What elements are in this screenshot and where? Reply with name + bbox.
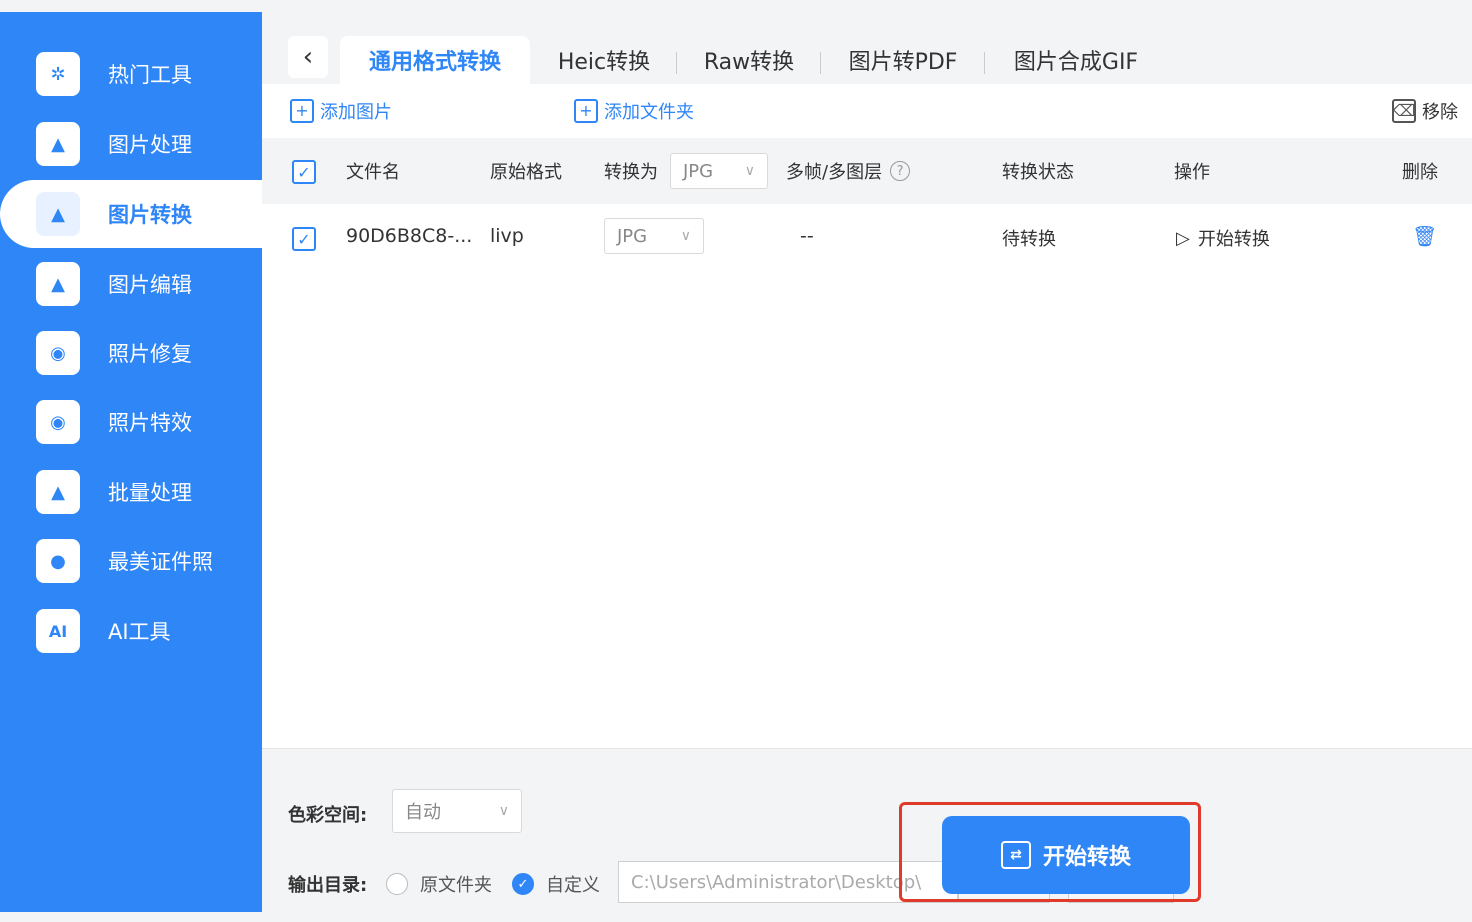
start-convert-label: 开始转换 <box>1042 845 1131 870</box>
tab-heic-convert[interactable]: Heic转换 <box>542 36 666 84</box>
sidebar-item-image-processing[interactable]: ▲ 图片处理 <box>0 110 262 178</box>
color-space-select[interactable]: 自动 ∨ <box>392 789 522 833</box>
check-icon: ✓ <box>292 160 316 184</box>
sidebar-item-photo-repair[interactable]: ◉ 照片修复 <box>0 319 262 387</box>
batch-icon: ▲ <box>36 470 80 514</box>
chevron-down-icon: ∨ <box>498 803 509 819</box>
header-action: 操作 <box>1174 162 1210 183</box>
global-format-value: JPG <box>683 160 714 182</box>
remove-label: 移除 <box>1422 102 1458 123</box>
ai-icon: AI <box>36 609 80 653</box>
header-filename: 文件名 <box>346 162 400 183</box>
sidebar-item-image-edit[interactable]: ▲ 图片编辑 <box>0 250 262 318</box>
remove-button[interactable]: ⌫ 移除 <box>1392 98 1458 124</box>
row-format-select[interactable]: JPG ∨ <box>604 218 704 254</box>
sidebar-item-label: 图片编辑 <box>108 273 192 297</box>
radio-off-icon <box>386 873 408 895</box>
image-edit-icon: ▲ <box>36 262 80 306</box>
row-checkbox[interactable]: ✓ <box>292 227 316 251</box>
header-status: 转换状态 <box>1002 162 1074 183</box>
help-icon[interactable]: ? <box>890 161 911 181</box>
sidebar-item-label: 照片修复 <box>108 342 192 366</box>
sidebar-item-image-convert[interactable]: ▲ 图片转换 <box>0 180 262 248</box>
image-icon: ▲ <box>36 122 80 166</box>
person-icon: ● <box>36 539 80 583</box>
row-format-value: JPG <box>617 225 648 247</box>
tab-image-to-pdf[interactable]: 图片转PDF <box>832 36 974 84</box>
option-custom-folder[interactable]: ✓ 自定义 <box>512 871 600 897</box>
image-convert-icon: ▲ <box>36 192 80 236</box>
header-orig-format: 原始格式 <box>490 162 562 183</box>
tab-raw-convert[interactable]: Raw转换 <box>688 36 810 84</box>
color-space-value: 自动 <box>405 802 441 823</box>
trash-icon: ⌫ <box>1392 99 1416 123</box>
tab-general-convert[interactable]: 通用格式转换 <box>340 36 530 84</box>
add-image-icon: + <box>290 99 314 123</box>
add-folder-label: 添加文件夹 <box>604 102 694 123</box>
tab-divider <box>984 52 985 74</box>
global-format-select[interactable]: JPG ∨ <box>670 153 768 189</box>
header-convert-to: 转换为 <box>604 162 658 183</box>
row-multiframe: -- <box>800 225 814 247</box>
tab-divider <box>820 52 821 74</box>
select-all-checkbox[interactable]: ✓ <box>292 160 316 184</box>
sidebar-item-label: 最美证件照 <box>108 550 213 574</box>
start-convert-button[interactable]: ⇄ 开始转换 <box>942 816 1190 894</box>
header-delete: 删除 <box>1402 162 1438 183</box>
chevron-down-icon: ∨ <box>680 228 691 244</box>
table-row: ✓ 90D6B8C8-... livp JPG ∨ -- 待转换 ▷ 开始转换 … <box>262 204 1472 270</box>
convert-icon: ⇄ <box>1000 841 1031 869</box>
camera-repair-icon: ◉ <box>36 331 80 375</box>
row-delete-button[interactable]: 🗑 <box>1412 224 1437 248</box>
option-original-label: 原文件夹 <box>420 875 492 896</box>
sidebar-item-hot-tools[interactable]: ✲ 热门工具 <box>0 40 262 108</box>
sidebar: ✲ 热门工具 ▲ 图片处理 ▲ 图片转换 ▲ 图片编辑 ◉ 照片修复 ◉ 照片特… <box>0 12 262 912</box>
sidebar-item-batch[interactable]: ▲ 批量处理 <box>0 458 262 526</box>
add-image-label: 添加图片 <box>320 102 392 123</box>
radio-checked-icon: ✓ <box>512 873 534 895</box>
main-panel: ‹ 通用格式转换 Heic转换 Raw转换 图片转PDF 图片合成GIF + 添… <box>262 12 1472 913</box>
sidebar-item-label: AI工具 <box>108 620 171 644</box>
play-icon: ▷ <box>1176 227 1190 249</box>
add-folder-button[interactable]: + 添加文件夹 <box>574 98 694 124</box>
row-orig-format: livp <box>490 225 524 247</box>
row-start-convert-button[interactable]: ▷ 开始转换 <box>1176 225 1270 251</box>
sidebar-item-id-photo[interactable]: ● 最美证件照 <box>0 527 262 595</box>
option-custom-label: 自定义 <box>546 875 600 896</box>
sidebar-item-label: 照片特效 <box>108 411 192 435</box>
sidebar-item-label: 批量处理 <box>108 481 192 505</box>
output-dir-label: 输出目录: <box>288 875 368 896</box>
row-filename: 90D6B8C8-... <box>346 225 473 247</box>
table-header: ✓ 文件名 原始格式 转换为 JPG ∨ 多帧/多图层 ? 转换状态 操作 删除 <box>262 138 1472 204</box>
gear-icon: ✲ <box>36 52 80 96</box>
bottom-panel: 色彩空间: 自动 ∨ 输出目录: 原文件夹 ✓ 自定义 C:\Users\Adm… <box>262 748 1472 913</box>
toolbar: + 添加图片 + 添加文件夹 ⌫ 移除 <box>262 84 1472 138</box>
chevron-down-icon: ∨ <box>744 163 755 179</box>
back-button[interactable]: ‹ <box>288 36 328 78</box>
color-space-label: 色彩空间: <box>288 805 368 826</box>
header-multiframe-label: 多帧/多图层 <box>786 162 883 183</box>
sidebar-item-label: 图片处理 <box>108 133 192 157</box>
sidebar-item-photo-effects[interactable]: ◉ 照片特效 <box>0 388 262 456</box>
check-icon: ✓ <box>292 227 316 251</box>
sidebar-item-label: 热门工具 <box>108 63 192 87</box>
camera-effect-icon: ◉ <box>36 400 80 444</box>
tab-divider <box>676 52 677 74</box>
sidebar-item-ai-tools[interactable]: AI AI工具 <box>0 597 262 665</box>
row-status: 待转换 <box>1002 229 1056 250</box>
trash-icon: 🗑 <box>1412 224 1438 248</box>
tab-bar: ‹ 通用格式转换 Heic转换 Raw转换 图片转PDF 图片合成GIF <box>262 12 1472 84</box>
tab-image-to-gif[interactable]: 图片合成GIF <box>996 36 1156 84</box>
header-multiframe: 多帧/多图层 ? <box>786 158 911 184</box>
add-image-button[interactable]: + 添加图片 <box>290 98 392 124</box>
option-original-folder[interactable]: 原文件夹 <box>386 871 492 897</box>
add-folder-icon: + <box>574 99 598 123</box>
row-action-label: 开始转换 <box>1197 229 1270 250</box>
sidebar-item-label: 图片转换 <box>108 203 192 227</box>
chevron-left-icon: ‹ <box>302 42 314 72</box>
